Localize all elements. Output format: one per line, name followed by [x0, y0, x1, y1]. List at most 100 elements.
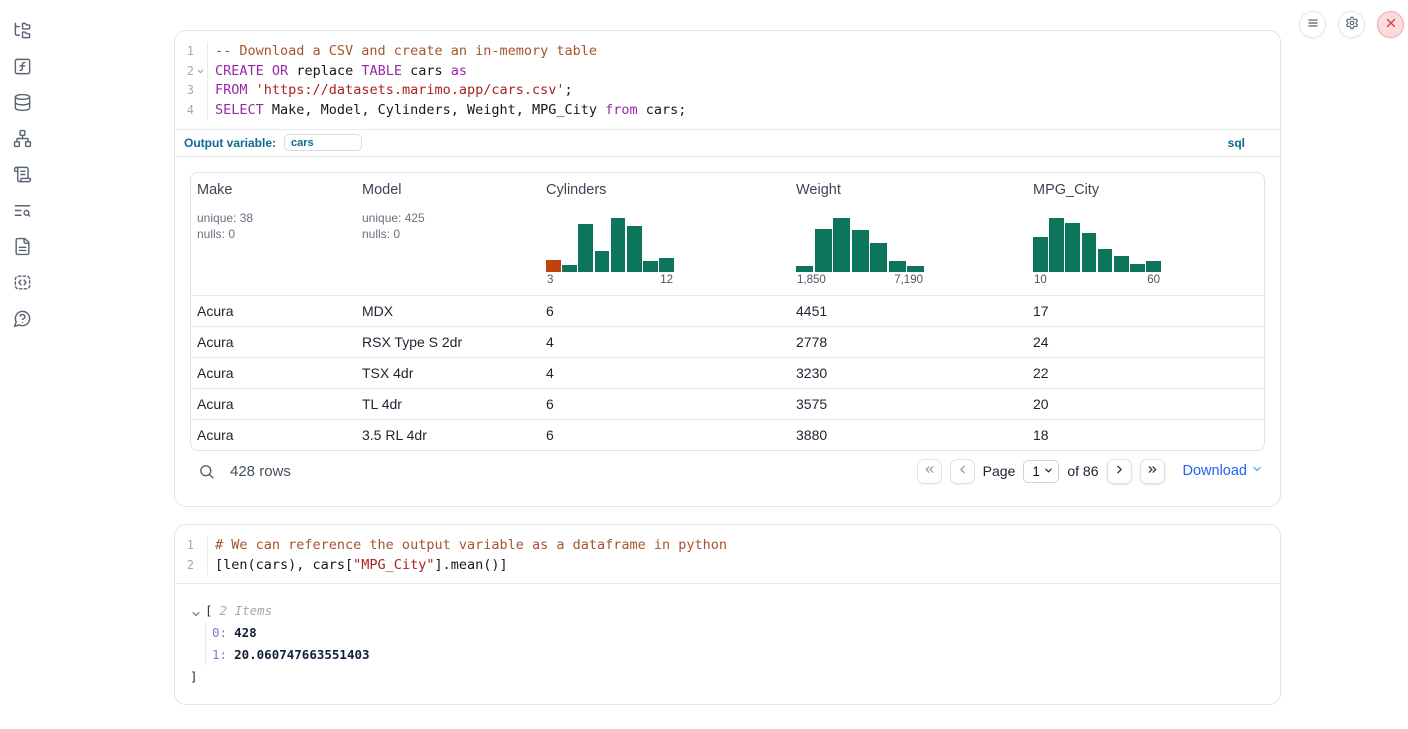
collapse-chevron-icon[interactable] — [190, 605, 202, 617]
histogram-bar[interactable] — [578, 224, 593, 272]
stat-unique: unique: 425 — [362, 210, 534, 227]
chevron-down-icon — [1251, 463, 1263, 479]
menu-button[interactable] — [1299, 11, 1326, 38]
table-cell: 17 — [1027, 296, 1264, 326]
histogram-bar[interactable] — [870, 243, 887, 272]
shutdown-button[interactable] — [1377, 11, 1404, 38]
sidebar-item-snippets[interactable] — [4, 266, 40, 302]
histogram-bar[interactable] — [1114, 256, 1129, 272]
open-bracket: [ — [205, 600, 213, 622]
histogram-bar[interactable] — [833, 218, 850, 272]
code-editor-python[interactable]: 1# We can reference the output variable … — [175, 525, 1280, 583]
table-cell: 3575 — [790, 389, 1027, 419]
code-line[interactable]: 3FROM 'https://datasets.marimo.app/cars.… — [181, 81, 1268, 101]
line-number: 4 — [181, 101, 194, 121]
close-bracket: ] — [190, 666, 1265, 688]
search-icon[interactable] — [198, 461, 218, 481]
fold-chevron-icon[interactable] — [194, 62, 207, 82]
sidebar-item-dependency-graph[interactable] — [4, 122, 40, 158]
table-cell: MDX — [356, 296, 540, 326]
sidebar-item-datasources[interactable] — [4, 86, 40, 122]
prev-page-button[interactable] — [950, 459, 975, 484]
row-count: 428 rows — [230, 463, 291, 480]
first-page-button[interactable] — [917, 459, 942, 484]
table-row[interactable]: Acura3.5 RL 4dr6388018 — [191, 419, 1264, 450]
table-cell: 24 — [1027, 327, 1264, 357]
code-line[interactable]: 4SELECT Make, Model, Cylinders, Weight, … — [181, 101, 1268, 121]
line-number: 3 — [181, 81, 194, 101]
output-variable-input[interactable] — [284, 134, 362, 151]
column-name: Model — [362, 182, 534, 198]
histogram-bar[interactable] — [659, 258, 674, 272]
sidebar-item-documentation[interactable] — [4, 230, 40, 266]
topbar-actions — [1299, 11, 1404, 38]
histogram-bar[interactable] — [889, 261, 906, 272]
code-line[interactable]: 1# We can reference the output variable … — [181, 536, 1268, 556]
list-output: [ 2 Items 0:4281:20.060747663551403 ] — [175, 583, 1280, 704]
column-header-Make[interactable]: Makeunique: 38nulls: 0 — [191, 173, 356, 295]
histogram-bar[interactable] — [1082, 233, 1097, 271]
chevrons-right-icon — [1146, 463, 1159, 479]
sidebar-item-help[interactable] — [4, 302, 40, 338]
code-line[interactable]: 2[len(cars), cars["MPG_City"].mean()] — [181, 556, 1268, 576]
next-page-button[interactable] — [1107, 459, 1132, 484]
histogram-bar[interactable] — [1098, 249, 1113, 272]
page-select[interactable]: 1 — [1023, 460, 1059, 483]
fold-spacer — [194, 81, 207, 101]
code-token: cars — [402, 63, 451, 79]
sidebar-item-scratchpad[interactable] — [4, 158, 40, 194]
code-snippet-icon — [13, 273, 32, 295]
column-header-MPG_City[interactable]: MPG_City1060 — [1027, 173, 1264, 295]
stat-nulls: nulls: 0 — [362, 226, 534, 243]
sql-cell-output: Makeunique: 38nulls: 0 Model unique: 425nu… — [175, 157, 1280, 506]
download-label: Download — [1183, 463, 1248, 479]
line-number: 1 — [181, 42, 194, 62]
notebook: 1-- Download a CSV and create an in-memo… — [174, 30, 1281, 722]
histogram-bar[interactable] — [595, 251, 610, 272]
table-row[interactable]: AcuraTL 4dr6357520 — [191, 388, 1264, 419]
table-cell: TSX 4dr — [356, 358, 540, 388]
column-header-Model[interactable]: Model unique: 425nulls: 0 — [356, 173, 540, 295]
fold-spacer — [194, 536, 207, 556]
table-row[interactable]: AcuraTSX 4dr4323022 — [191, 357, 1264, 388]
item-index: 0: — [212, 625, 227, 640]
histogram-bar[interactable] — [1033, 237, 1048, 272]
tree-root[interactable]: [ 2 Items — [190, 600, 1265, 622]
code-token: Make, Model, Cylinders, Weight, MPG_City — [264, 102, 605, 118]
code-token: ].mean()] — [434, 557, 507, 573]
line-number: 1 — [181, 536, 194, 556]
gear-icon — [1345, 16, 1359, 33]
table-cell: Acura — [191, 296, 356, 326]
sidebar-item-variables[interactable] — [4, 50, 40, 86]
sidebar-item-file-explorer[interactable] — [4, 14, 40, 50]
histogram-bar[interactable] — [1049, 218, 1064, 272]
settings-button[interactable] — [1338, 11, 1365, 38]
histogram-bar[interactable] — [796, 266, 813, 272]
histogram-bar[interactable] — [815, 229, 832, 272]
histogram-bar[interactable] — [562, 265, 577, 272]
table-row[interactable]: AcuraRSX Type S 2dr4277824 — [191, 326, 1264, 357]
table-cell: 6 — [540, 296, 790, 326]
column-header-Cylinders[interactable]: Cylinders312 — [540, 173, 790, 295]
code-line[interactable]: 2CREATE OR replace TABLE cars as — [181, 62, 1268, 82]
hamburger-icon — [1306, 16, 1320, 33]
code-editor-sql[interactable]: 1-- Download a CSV and create an in-memo… — [175, 31, 1280, 129]
histogram-bar[interactable] — [643, 261, 658, 272]
code-line[interactable]: 1-- Download a CSV and create an in-memo… — [181, 42, 1268, 62]
histogram-bar[interactable] — [1146, 261, 1161, 272]
histogram-bar[interactable] — [907, 266, 924, 272]
sidebar-item-logs[interactable] — [4, 194, 40, 230]
download-button[interactable]: Download — [1183, 463, 1264, 479]
column-histogram: 1060 — [1033, 218, 1161, 286]
column-header-Weight[interactable]: Weight1,8507,190 — [790, 173, 1027, 295]
last-page-button[interactable] — [1140, 459, 1165, 484]
histogram-bar[interactable] — [1065, 223, 1080, 272]
histogram-bar[interactable] — [627, 226, 642, 271]
histogram-bar[interactable] — [611, 218, 626, 272]
histogram-bar[interactable] — [546, 260, 561, 272]
histogram-bar[interactable] — [852, 230, 869, 272]
pagination: Page 1 of 86 Download — [917, 459, 1263, 484]
table-row[interactable]: AcuraMDX6445117 — [191, 295, 1264, 326]
histogram-bar[interactable] — [1130, 264, 1145, 272]
table-cell: 4451 — [790, 296, 1027, 326]
